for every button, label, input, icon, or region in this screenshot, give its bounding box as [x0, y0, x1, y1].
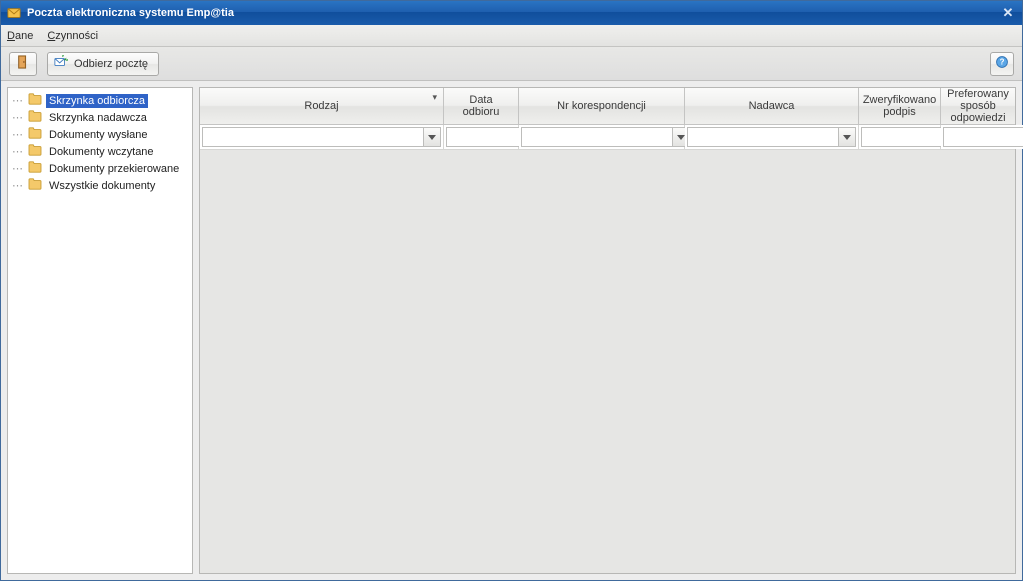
folder-label: Dokumenty wczytane: [46, 145, 157, 159]
folder-icon: [28, 178, 42, 193]
door-icon: [16, 55, 30, 72]
fetch-mail-button[interactable]: Odbierz pocztę: [47, 52, 159, 76]
toolbar: Odbierz pocztę ?: [1, 47, 1022, 81]
help-button[interactable]: ?: [990, 52, 1014, 76]
menu-bar: Dane Czynności: [1, 25, 1022, 47]
tree-connector-icon: ⋯: [12, 179, 22, 193]
tree-connector-icon: ⋯: [12, 145, 22, 159]
col-header-label: Zweryfikowano podpis: [863, 94, 936, 118]
sort-indicator-icon: ▾: [432, 92, 437, 103]
folder-label: Wszystkie dokumenty: [46, 179, 158, 193]
folder-label: Skrzynka nadawcza: [46, 111, 150, 125]
col-header-label: Data odbioru: [450, 94, 512, 118]
help-icon: ?: [995, 55, 1009, 72]
folder-icon: [28, 110, 42, 125]
menu-czynnosci[interactable]: Czynności: [47, 30, 98, 42]
folder-icon: [28, 127, 42, 142]
grid-filter-row: [200, 125, 1015, 150]
col-header-nr-korespondencji[interactable]: Nr korespondencji: [519, 88, 685, 124]
col-header-label: Nr korespondencji: [557, 100, 646, 112]
fetch-mail-label: Odbierz pocztę: [74, 58, 148, 70]
filter-nr-input[interactable]: [521, 127, 672, 147]
folder-tree-panel: ⋯ Skrzynka odbiorcza ⋯ Skrzynka nadawcza ⋯ Do…: [7, 87, 193, 574]
folder-item[interactable]: ⋯ Skrzynka nadawcza: [10, 109, 190, 126]
folder-tree: ⋯ Skrzynka odbiorcza ⋯ Skrzynka nadawcza ⋯ Do…: [10, 92, 190, 194]
tree-connector-icon: ⋯: [12, 128, 22, 142]
app-icon: [7, 6, 21, 20]
menu-dane[interactable]: Dane: [7, 30, 33, 42]
col-header-zweryfikowano-podpis[interactable]: Zweryfikowano podpis: [859, 88, 941, 124]
folder-label: Dokumenty wysłane: [46, 128, 150, 142]
col-header-label: Rodzaj: [304, 100, 338, 112]
col-header-preferowany-sposob[interactable]: Preferowany sposób odpowiedzi: [941, 88, 1015, 124]
col-header-label: Nadawca: [749, 100, 795, 112]
content-area: ⋯ Skrzynka odbiorcza ⋯ Skrzynka nadawcza ⋯ Do…: [1, 81, 1022, 580]
folder-icon: [28, 93, 42, 108]
folder-item[interactable]: ⋯ Dokumenty wysłane: [10, 126, 190, 143]
folder-item[interactable]: ⋯ Dokumenty przekierowane: [10, 160, 190, 177]
tree-connector-icon: ⋯: [12, 162, 22, 176]
filter-pref-input[interactable]: [943, 127, 1023, 147]
chevron-down-icon[interactable]: [838, 127, 856, 147]
mail-grid: Rodzaj ▾ Data odbioru Nr korespondencji …: [199, 87, 1016, 574]
folder-label: Dokumenty przekierowane: [46, 162, 182, 176]
filter-nadawca[interactable]: [687, 127, 856, 147]
col-header-data-odbioru[interactable]: Data odbioru: [444, 88, 519, 124]
grid-body-empty: [200, 150, 1015, 573]
grid-header-row: Rodzaj ▾ Data odbioru Nr korespondencji …: [200, 88, 1015, 125]
filter-nr-korespondencji[interactable]: [521, 127, 690, 147]
filter-rodzaj-input[interactable]: [202, 127, 423, 147]
folder-icon: [28, 144, 42, 159]
col-header-nadawca[interactable]: Nadawca: [685, 88, 859, 124]
close-button[interactable]: ✕: [998, 4, 1018, 22]
col-header-rodzaj[interactable]: Rodzaj ▾: [200, 88, 444, 124]
filter-preferowany-sposob[interactable]: [943, 127, 1023, 147]
filter-nadawca-input[interactable]: [687, 127, 838, 147]
filter-rodzaj[interactable]: [202, 127, 441, 147]
folder-item[interactable]: ⋯ Skrzynka odbiorcza: [10, 92, 190, 109]
exit-button[interactable]: [9, 52, 37, 76]
chevron-down-icon[interactable]: [423, 127, 441, 147]
col-header-label: Preferowany sposób odpowiedzi: [947, 88, 1009, 124]
folder-item[interactable]: ⋯ Wszystkie dokumenty: [10, 177, 190, 194]
folder-icon: [28, 161, 42, 176]
app-window: Poczta elektroniczna systemu Emp@tia ✕ D…: [0, 0, 1023, 581]
folder-item[interactable]: ⋯ Dokumenty wczytane: [10, 143, 190, 160]
folder-label: Skrzynka odbiorcza: [46, 94, 148, 108]
refresh-mail-icon: [54, 55, 68, 72]
title-bar: Poczta elektroniczna systemu Emp@tia ✕: [1, 1, 1022, 25]
tree-connector-icon: ⋯: [12, 94, 22, 108]
window-title: Poczta elektroniczna systemu Emp@tia: [27, 7, 998, 19]
svg-text:?: ?: [1000, 58, 1005, 67]
tree-connector-icon: ⋯: [12, 111, 22, 125]
